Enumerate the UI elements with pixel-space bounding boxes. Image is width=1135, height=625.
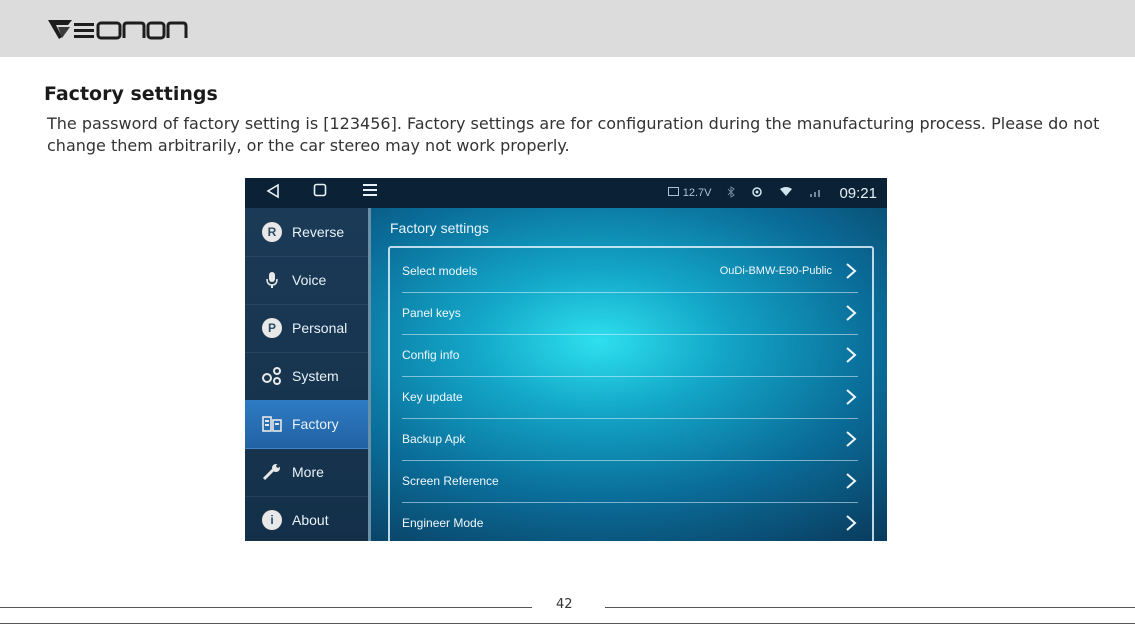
chevron-right-icon <box>844 345 858 365</box>
row-value: OuDi-BMW-E90-Public <box>719 265 832 277</box>
info-icon: i <box>261 509 283 531</box>
battery-icon <box>667 187 679 196</box>
row-label: Select models <box>402 264 478 278</box>
personal-icon: P <box>261 317 283 339</box>
home-icon[interactable] <box>310 183 330 203</box>
bluetooth-icon <box>727 185 736 201</box>
menu-icon[interactable] <box>360 183 380 203</box>
signal-icon <box>809 187 823 200</box>
sidebar-item-about[interactable]: i About <box>245 496 368 541</box>
list-item-key-update[interactable]: Key update <box>402 376 858 419</box>
sidebar-item-label: Voice <box>292 272 327 288</box>
settings-sidebar: R Reverse Voice P Personal System Factor… <box>245 208 371 541</box>
chevron-right-icon <box>844 429 858 449</box>
sidebar-item-label: Factory <box>292 416 339 432</box>
row-label: Backup Apk <box>402 432 466 446</box>
sidebar-item-label: System <box>292 368 339 384</box>
list-item-engineer-mode[interactable]: Engineer Mode <box>402 502 858 541</box>
row-label: Engineer Mode <box>402 516 484 530</box>
sidebar-item-label: More <box>292 464 324 480</box>
sidebar-item-voice[interactable]: Voice <box>245 256 368 305</box>
factory-settings-list: Select models OuDi-BMW-E90-Public Panel … <box>388 246 874 541</box>
footer-divider-left <box>0 607 532 608</box>
chevron-right-icon <box>844 471 858 491</box>
sidebar-item-label: About <box>292 512 329 528</box>
list-item-config-info[interactable]: Config info <box>402 334 858 377</box>
sidebar-item-label: Personal <box>292 320 348 336</box>
row-label: Config info <box>402 348 460 362</box>
wrench-icon <box>261 461 283 483</box>
eonon-logo-icon <box>48 20 188 40</box>
sidebar-item-reverse[interactable]: R Reverse <box>245 208 368 257</box>
list-item-screen-reference[interactable]: Screen Reference <box>402 460 858 503</box>
microphone-icon <box>261 269 283 291</box>
chevron-right-icon <box>844 261 858 281</box>
clock: 09:21 <box>839 184 877 202</box>
list-item-panel-keys[interactable]: Panel keys <box>402 292 858 335</box>
footer-divider-right <box>605 607 1135 608</box>
sidebar-item-label: Reverse <box>292 224 345 240</box>
sidebar-item-personal[interactable]: P Personal <box>245 304 368 353</box>
battery-voltage-indicator: 12.7V <box>667 187 712 199</box>
page-number: 42 <box>556 597 573 612</box>
voltage-text: 12.7V <box>682 187 712 199</box>
brand-logo <box>46 15 188 43</box>
back-icon[interactable] <box>263 183 283 203</box>
list-item-backup-apk[interactable]: Backup Apk <box>402 418 858 461</box>
panel-title: Factory settings <box>390 220 489 236</box>
sidebar-item-factory[interactable]: Factory <box>245 400 368 449</box>
chevron-right-icon <box>844 387 858 407</box>
device-screenshot: 12.7V 09:21 R Reverse Voice P Personal S… <box>245 178 887 541</box>
factory-icon <box>261 413 283 435</box>
status-bar: 12.7V 09:21 <box>245 178 887 208</box>
status-indicators: 12.7V 09:21 <box>667 183 877 203</box>
sidebar-item-more[interactable]: More <box>245 448 368 497</box>
reverse-icon: R <box>261 221 283 243</box>
list-item-select-models[interactable]: Select models OuDi-BMW-E90-Public <box>402 250 858 293</box>
top-banner <box>0 0 1135 57</box>
sidebar-item-system[interactable]: System <box>245 352 368 401</box>
wifi-icon <box>779 186 793 200</box>
chevron-right-icon <box>844 303 858 323</box>
footer-bottom-rule <box>0 623 1135 624</box>
row-label: Screen Reference <box>402 474 499 488</box>
section-title: Factory settings <box>44 83 218 105</box>
section-description: The password of factory setting is [1234… <box>47 114 1100 155</box>
settings-status-icon <box>751 186 763 201</box>
row-label: Panel keys <box>402 306 461 320</box>
chevron-right-icon <box>844 513 858 533</box>
system-gears-icon <box>261 365 283 387</box>
row-label: Key update <box>402 390 463 404</box>
